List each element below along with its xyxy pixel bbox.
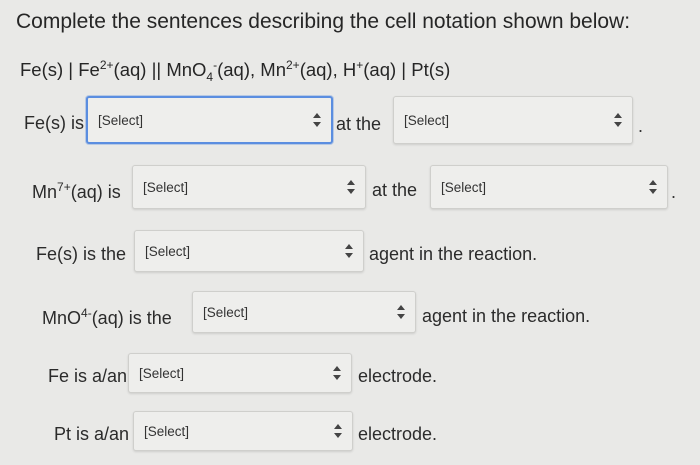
row6-label: Pt is a/an (54, 424, 130, 444)
row2-label: Mn7+(aq) is (32, 180, 121, 202)
row2-select-2[interactable]: [Select] (430, 165, 668, 209)
row5-select[interactable]: [Select] (128, 353, 352, 393)
row2-select-1[interactable]: [Select] (132, 165, 366, 209)
select-arrows-icon (333, 366, 341, 380)
select-arrows-icon (345, 244, 353, 258)
row3-post-text: agent in the reaction. (369, 244, 538, 264)
select-arrows-icon (397, 305, 405, 319)
row3-select[interactable]: [Select] (134, 230, 364, 272)
row2-select-2-text: [Select] (441, 179, 487, 195)
row3-label: Fe(s) is the (36, 244, 127, 264)
row4-label: MnO4-(aq) is the (42, 306, 172, 328)
row1-select-1[interactable]: [Select] (86, 96, 333, 144)
select-arrows-icon (334, 424, 342, 438)
select-arrows-icon (347, 180, 355, 194)
row5-label: Fe is a/an (48, 366, 128, 386)
row5-select-text: [Select] (139, 365, 185, 381)
row2-period: . (671, 182, 677, 202)
row1-mid-text: at the (336, 114, 382, 134)
row4-post-text: agent in the reaction. (422, 306, 591, 326)
cell-notation: Fe(s) | Fe2+(aq) || MnO4-(aq), Mn2+(aq),… (20, 58, 451, 84)
row3-select-text: [Select] (145, 243, 191, 259)
row6-select[interactable]: [Select] (133, 411, 353, 451)
select-arrows-icon (313, 113, 321, 127)
row1-select-2[interactable]: [Select] (393, 96, 633, 144)
row1-period: . (638, 116, 644, 136)
row6-select-text: [Select] (144, 423, 190, 439)
row4-select[interactable]: [Select] (192, 291, 416, 333)
row2-mid-text: at the (372, 180, 418, 200)
select-arrows-icon (614, 113, 622, 127)
question-heading: Complete the sentences describing the ce… (16, 10, 631, 33)
row5-post-text: electrode. (358, 366, 438, 386)
row1-label: Fe(s) is (24, 113, 84, 133)
row2-select-1-text: [Select] (143, 179, 189, 195)
row6-post-text: electrode. (358, 424, 438, 444)
select-arrows-icon (649, 180, 657, 194)
row1-select-1-text: [Select] (98, 112, 144, 128)
row4-select-text: [Select] (203, 304, 249, 320)
row1-select-2-text: [Select] (404, 112, 450, 128)
